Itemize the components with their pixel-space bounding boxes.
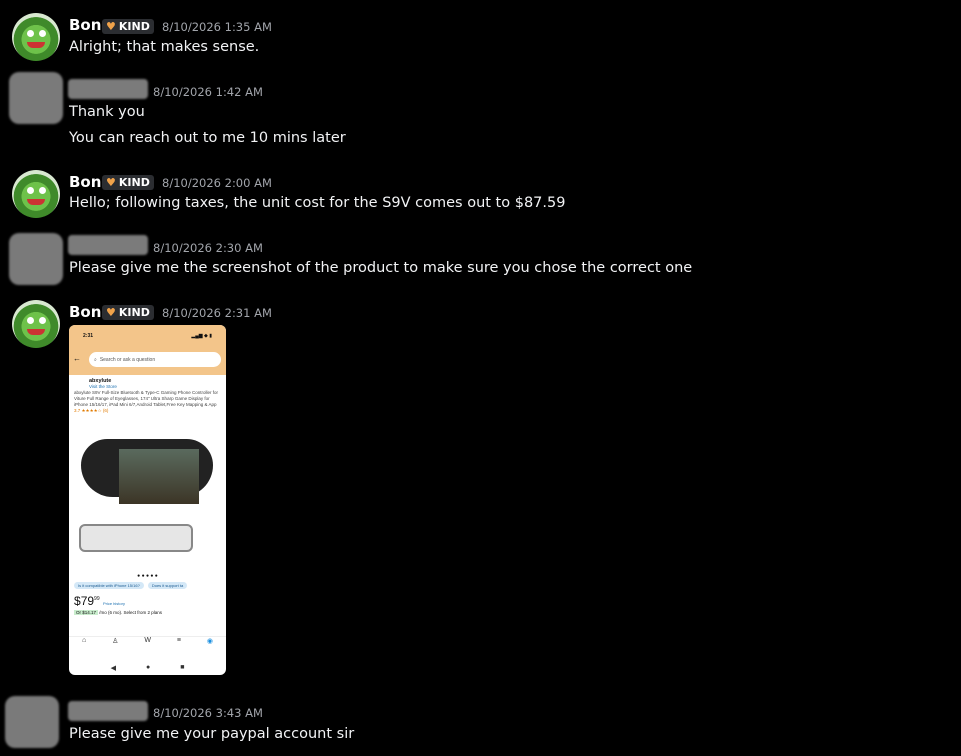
back-icon: ◀ <box>110 665 116 672</box>
price-history-link: Price history <box>102 601 125 606</box>
question-chip: Is it compatible with iPhone 15/16? <box>74 582 144 589</box>
message-text: Hello; following taxes, the unit cost fo… <box>69 195 566 211</box>
account-icon: ♙ <box>112 638 119 645</box>
timestamp: 8/10/2026 1:35 AM <box>162 20 272 34</box>
phone-search-bar: ⌕ Search or ask a question <box>89 352 221 367</box>
username-redacted[interactable] <box>68 701 148 721</box>
heart-icon: ♥ <box>106 306 116 319</box>
product-title: abxylute S9V Full-Size Bluetooth & Type-… <box>74 390 218 407</box>
product-rating: 3.7 ★★★★☆ (6) <box>74 408 109 413</box>
recents-icon: ■ <box>180 664 185 671</box>
bot-avatar[interactable] <box>12 13 60 61</box>
timestamp: 8/10/2026 2:31 AM <box>162 306 272 320</box>
username-redacted[interactable] <box>68 79 148 99</box>
search-icon: ⌕ <box>94 356 97 363</box>
user-avatar[interactable] <box>9 233 63 285</box>
menu-icon: ≡ <box>176 637 181 644</box>
user-avatar[interactable] <box>5 696 59 748</box>
timestamp: 8/10/2026 3:43 AM <box>153 706 263 720</box>
back-arrow-icon: ← <box>73 354 81 363</box>
message-text: Alright; that makes sense. <box>69 39 260 55</box>
glasses-illustration <box>79 524 193 552</box>
home-circle-icon: ● <box>145 664 151 671</box>
product-screenshot-attachment[interactable]: 2:31 ▂▄▆ ◆ ▮ ← ⌕ Search or ask a questio… <box>69 325 226 675</box>
rufus-icon: W <box>144 637 151 644</box>
question-chip: Does it support ta <box>147 582 188 589</box>
phone-bottom-nav: ⌂ ♙ W ≡ ◉ <box>69 636 226 653</box>
username-redacted[interactable] <box>68 235 148 255</box>
controller-illustration <box>81 439 213 504</box>
timestamp: 8/10/2026 2:30 AM <box>153 241 263 255</box>
username[interactable]: Bon <box>69 303 101 321</box>
bot-avatar[interactable] <box>12 170 60 218</box>
username[interactable]: Bon <box>69 173 101 191</box>
phone-time: 2:31 <box>83 333 94 339</box>
user-avatar[interactable] <box>9 72 63 124</box>
message-text: Please give me the screenshot of the pro… <box>69 260 693 276</box>
home-icon: ⌂ <box>81 637 87 644</box>
ai-icon: ◉ <box>206 638 213 645</box>
message-text: Please give me your paypal account sir <box>69 726 355 742</box>
timestamp: 8/10/2026 1:42 AM <box>153 85 263 99</box>
message-text: Thank you <box>69 104 145 120</box>
phone-status-icons: ▂▄▆ ◆ ▮ <box>191 333 212 339</box>
timestamp: 8/10/2026 2:00 AM <box>162 176 272 190</box>
username[interactable]: Bon <box>69 16 101 34</box>
role-tag: ♥ KIND <box>102 305 154 320</box>
role-tag: ♥ KIND <box>102 19 154 34</box>
android-nav: ◀ ● ■ <box>69 664 226 672</box>
heart-icon: ♥ <box>106 176 116 189</box>
message-text: You can reach out to me 10 mins later <box>69 130 346 146</box>
role-tag: ♥ KIND <box>102 175 154 190</box>
monthly-plan: Or $14.17 /mo (6 mo). Select from 2 plan… <box>74 610 163 615</box>
product-price: $7999 Price history <box>74 594 125 608</box>
product-image <box>69 421 226 571</box>
bot-avatar[interactable] <box>12 300 60 348</box>
heart-icon: ♥ <box>106 20 116 33</box>
